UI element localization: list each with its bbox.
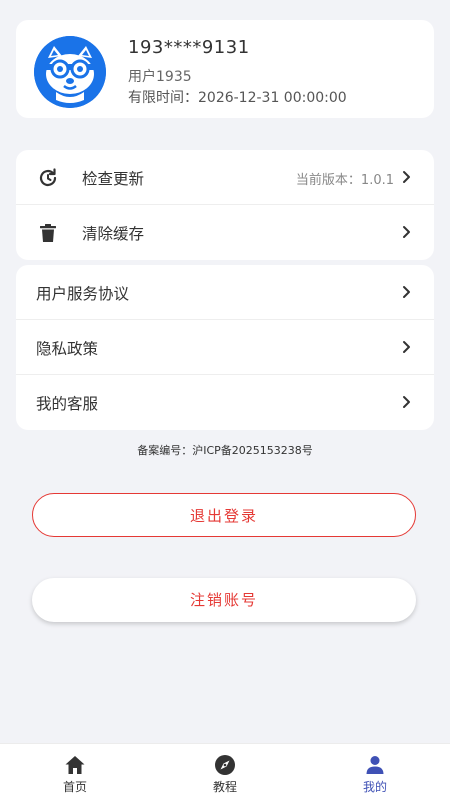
- phone-number: 193****9131: [128, 37, 250, 58]
- privacy-policy-label: 隐私政策: [36, 340, 99, 358]
- refresh-icon: [36, 166, 60, 190]
- profile-card: 193****9131 用户1935 有限时间：2026-12-31 00:00…: [16, 20, 434, 118]
- current-version: 当前版本：1.0.1: [295, 173, 394, 188]
- trash-icon: [36, 221, 60, 245]
- legal-card: 用户服务协议 隐私政策 我的客服: [16, 265, 434, 430]
- user-agreement-label: 用户服务协议: [36, 285, 130, 303]
- chevron-right-icon: [398, 169, 414, 185]
- tab-mine[interactable]: 我的: [300, 744, 450, 800]
- raccoon-avatar-icon: [34, 36, 106, 108]
- chevron-right-icon: [398, 339, 414, 355]
- home-icon: [63, 753, 87, 777]
- tab-home-label: 首页: [62, 780, 87, 794]
- clear-cache-label: 清除缓存: [82, 225, 145, 243]
- chevron-right-icon: [398, 284, 414, 300]
- chevron-right-icon: [398, 394, 414, 410]
- tab-mine-label: 我的: [362, 780, 387, 794]
- icp-record: 备案编号：沪ICP备2025153238号: [137, 444, 313, 457]
- chevron-right-icon: [398, 224, 414, 240]
- check-update-label: 检查更新: [82, 170, 145, 188]
- cancel-account-button[interactable]: 注销账号: [32, 578, 416, 622]
- customer-service-row[interactable]: 我的客服: [16, 375, 434, 430]
- user-agreement-row[interactable]: 用户服务协议: [16, 265, 434, 320]
- avatar: [34, 36, 106, 108]
- customer-service-label: 我的客服: [36, 395, 99, 413]
- check-update-row[interactable]: 检查更新 当前版本：1.0.1: [16, 150, 434, 205]
- tab-tutorial-label: 教程: [212, 780, 237, 794]
- expiry-label: 有限时间：: [128, 90, 198, 106]
- person-icon: [363, 753, 387, 777]
- logout-button[interactable]: 退出登录: [32, 493, 416, 537]
- tab-home[interactable]: 首页: [0, 744, 150, 800]
- settings-card: 检查更新 当前版本：1.0.1 清除缓存: [16, 150, 434, 260]
- clear-cache-row[interactable]: 清除缓存: [16, 205, 434, 260]
- compass-icon: [213, 753, 237, 777]
- expiry-time: 有限时间：2026-12-31 00:00:00: [128, 87, 347, 107]
- bottom-tab-bar: 首页 教程 我的: [0, 743, 450, 800]
- expiry-value: 2026-12-31 00:00:00: [198, 90, 347, 106]
- username: 用户1935: [128, 69, 192, 85]
- privacy-policy-row[interactable]: 隐私政策: [16, 320, 434, 375]
- tab-tutorial[interactable]: 教程: [150, 744, 300, 800]
